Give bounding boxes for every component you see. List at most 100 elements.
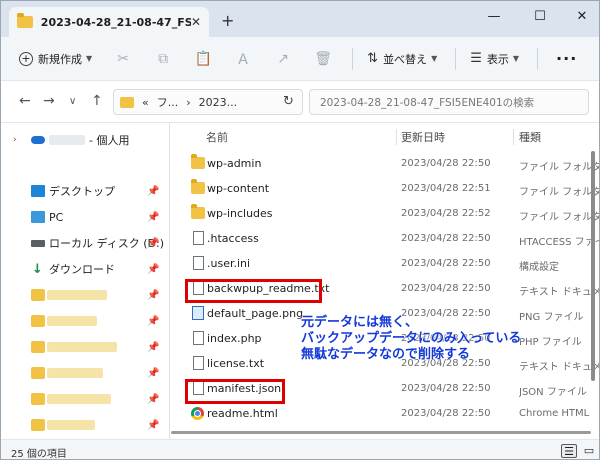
status-bar: 25 個の項目 ☰ ▭: [1, 439, 599, 459]
chrome-icon: [191, 407, 204, 420]
navigation-pane: › - 個人用 デスクトップ 📌 PC 📌 ローカル ディスク (D:) 📌 ↓…: [1, 123, 169, 439]
vertical-scrollbar[interactable]: [591, 151, 595, 381]
new-button[interactable]: + 新規作成 ▼: [19, 51, 92, 67]
sidebar-item-onedrive[interactable]: › - 個人用: [1, 128, 169, 152]
forward-icon[interactable]: →: [43, 93, 55, 109]
view-label: 表示: [486, 52, 509, 66]
pin-icon: 📌: [147, 211, 160, 223]
horizontal-scrollbar[interactable]: [171, 431, 591, 434]
sort-label: 並べ替え: [383, 52, 428, 66]
sidebar-item-pc[interactable]: PC 📌: [1, 205, 169, 229]
redacted-folder-name: [47, 290, 107, 300]
sidebar-item-desktop[interactable]: デスクトップ 📌: [1, 179, 169, 203]
sidebar-item-label: デスクトップ: [49, 185, 115, 198]
pc-icon: [31, 211, 45, 223]
search-input[interactable]: 2023-04-28_21-08-47_FSI5ENE401の検索: [309, 89, 589, 115]
new-tab-button[interactable]: +: [221, 11, 234, 30]
file-type: ファイル フォルダー: [519, 162, 599, 173]
close-button[interactable]: ✕: [567, 5, 597, 27]
sort-button[interactable]: ⇅ 並べ替え ▼: [367, 51, 437, 67]
column-header-date[interactable]: 更新日時: [401, 123, 445, 151]
column-header-type[interactable]: 種類: [519, 123, 541, 151]
sidebar-item-redacted[interactable]: 📌: [1, 335, 169, 359]
address-bar[interactable]: « フ... › 2023...: [113, 89, 303, 115]
pin-icon: 📌: [147, 185, 160, 197]
paste-icon[interactable]: 📋: [192, 48, 214, 70]
sidebar-item-redacted[interactable]: 📌: [1, 283, 169, 307]
toolbar-divider: [537, 47, 539, 70]
sidebar-item-label: PC: [49, 210, 64, 224]
column-divider[interactable]: [513, 129, 514, 145]
cut-icon[interactable]: ✂: [112, 48, 134, 70]
tab-current-folder[interactable]: 2023-04-28_21-08-47_FSI5ENE ✕: [9, 7, 209, 37]
sidebar-item-redacted[interactable]: 📌: [1, 309, 169, 333]
breadcrumb-overflow[interactable]: «: [142, 96, 149, 109]
sidebar-item-label: - 個人用: [89, 134, 130, 147]
sidebar-item-downloads[interactable]: ↓ ダウンロード 📌: [1, 257, 169, 281]
details-view-icon[interactable]: ☰: [561, 444, 577, 458]
folder-icon: [31, 341, 45, 353]
file-name: .htaccess: [207, 232, 259, 245]
file-type: ファイル フォルダー: [519, 187, 599, 198]
file-name: wp-admin: [207, 157, 262, 170]
recent-chevron-icon[interactable]: ∨: [69, 96, 76, 107]
share-icon[interactable]: ↗: [272, 48, 294, 70]
sidebar-item-redacted[interactable]: 📌: [1, 413, 169, 437]
column-header-name[interactable]: 名前: [206, 123, 228, 151]
highlight-box-backwpup-readme: [185, 279, 322, 303]
file-row[interactable]: readme.html 2023/04/28 22:50 Chrome HTML: [170, 401, 599, 426]
file-date: 2023/04/28 22:50: [401, 158, 491, 169]
file-name: wp-content: [207, 182, 270, 195]
file-row[interactable]: wp-admin 2023/04/28 22:50 ファイル フォルダー: [170, 151, 599, 176]
view-button[interactable]: ☰ 表示 ▼: [470, 51, 519, 67]
up-icon[interactable]: ↑: [91, 93, 103, 109]
file-date: 2023/04/28 22:50: [401, 233, 491, 244]
file-type: テキスト ドキュメント: [519, 287, 599, 298]
redacted-folder-name: [47, 394, 111, 404]
file-name: .user.ini: [207, 257, 251, 270]
folder-icon: [31, 289, 45, 301]
refresh-icon[interactable]: ↻: [283, 94, 294, 109]
sidebar-item-redacted[interactable]: 📌: [1, 387, 169, 411]
image-file-icon: [192, 306, 204, 320]
column-divider[interactable]: [396, 129, 397, 145]
sidebar-item-label: ダウンロード: [49, 263, 115, 276]
pin-icon: 📌: [147, 367, 160, 379]
sidebar-item-drive-d[interactable]: ローカル ディスク (D:) 📌: [1, 231, 169, 255]
folder-icon: [31, 419, 45, 431]
breadcrumb-item[interactable]: 2023...: [199, 96, 237, 109]
file-name: wp-includes: [207, 207, 273, 220]
minimize-button[interactable]: —: [479, 5, 509, 27]
new-button-label: 新規作成: [38, 52, 82, 66]
toolbar-divider: [455, 47, 457, 70]
address-row: ← → ∨ ↑ « フ... › 2023... ↻ 2023-04-28_21…: [1, 81, 599, 123]
folder-icon: [31, 315, 45, 327]
chevron-down-icon: ▼: [431, 54, 438, 63]
view-list-icon: ☰: [470, 51, 482, 66]
pin-icon: 📌: [147, 263, 160, 275]
pin-icon: 📌: [147, 341, 160, 353]
file-type: 構成設定: [519, 262, 559, 273]
chevron-down-icon: ▼: [86, 54, 93, 63]
redacted-folder-name: [47, 316, 97, 326]
breadcrumb-item[interactable]: フ...: [157, 94, 179, 110]
file-icon: [193, 331, 204, 345]
chevron-down-icon: ▼: [512, 54, 520, 63]
folder-icon: [31, 367, 45, 379]
file-row[interactable]: .user.ini 2023/04/28 22:50 構成設定: [170, 251, 599, 276]
file-row[interactable]: wp-content 2023/04/28 22:51 ファイル フォルダー: [170, 176, 599, 201]
sidebar-item-redacted[interactable]: 📌: [1, 361, 169, 385]
maximize-button[interactable]: ☐: [525, 5, 555, 27]
annotation-line: 無駄なデータなので削除する: [301, 347, 471, 362]
sort-icon: ⇅: [367, 51, 379, 66]
copy-icon[interactable]: ⧉: [152, 48, 174, 70]
more-options-button[interactable]: ···: [556, 49, 577, 68]
file-row[interactable]: wp-includes 2023/04/28 22:52 ファイル フォルダー: [170, 201, 599, 226]
file-date: 2023/04/28 22:50: [401, 258, 491, 269]
rename-icon[interactable]: Ａ: [232, 48, 254, 70]
tab-close-icon[interactable]: ✕: [191, 15, 201, 29]
file-row[interactable]: .htaccess 2023/04/28 22:50 HTACCESS ファイル: [170, 226, 599, 251]
tiles-view-icon[interactable]: ▭: [581, 444, 597, 458]
delete-icon[interactable]: 🗑: [312, 48, 334, 70]
back-icon[interactable]: ←: [19, 93, 31, 109]
